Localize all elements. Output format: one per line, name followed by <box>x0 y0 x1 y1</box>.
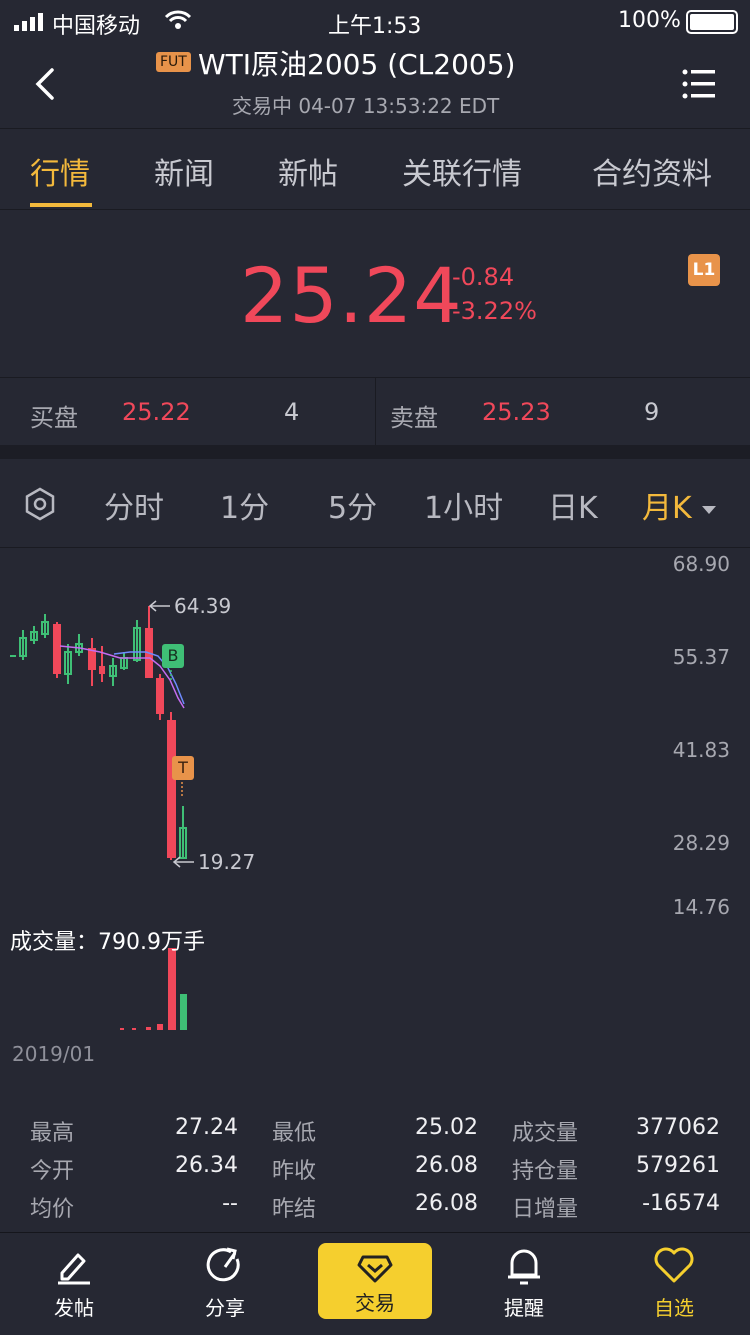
y-tick: 14.76 <box>672 895 730 919</box>
y-tick: 28.29 <box>672 831 730 855</box>
share-button[interactable]: 分享 <box>165 1243 285 1321</box>
bottom-nav: 发帖 分享 交易 提醒 自选 <box>0 1232 750 1335</box>
prev-close-value: 26.08 <box>415 1153 478 1178</box>
stats-panel: 最高 27.24 最低 25.02 成交量 377062 今开 26.34 昨收… <box>0 1105 750 1225</box>
prev-close-label: 昨收 <box>272 1159 317 1184</box>
period-1min[interactable]: 1分 <box>220 483 269 527</box>
period-daily[interactable]: 日K <box>548 483 598 527</box>
level-badge[interactable]: L1 <box>688 254 720 286</box>
volume-stat-value: 377062 <box>636 1115 720 1140</box>
candles <box>10 606 187 860</box>
period-monthly[interactable]: 月K <box>642 483 692 527</box>
last-price: 25.24 <box>240 251 463 340</box>
oi-change-label: 日增量 <box>512 1197 579 1222</box>
pen-icon <box>14 1243 134 1292</box>
price-change-pct: -3.22% <box>452 297 537 325</box>
high-label: 最高 <box>30 1121 75 1146</box>
low-marker-label: 19.27 <box>198 850 256 874</box>
post-button[interactable]: 发帖 <box>14 1243 134 1321</box>
bell-icon <box>464 1243 584 1292</box>
watchlist-label: 自选 <box>654 1296 694 1320</box>
back-icon[interactable] <box>30 64 60 108</box>
period-timeshare[interactable]: 分时 <box>104 483 164 527</box>
post-label: 发帖 <box>54 1296 94 1320</box>
open-label: 今开 <box>30 1159 75 1184</box>
tab-underline <box>30 203 92 207</box>
divider <box>375 378 376 446</box>
settings-icon[interactable] <box>24 487 56 525</box>
bid-price: 25.22 <box>122 398 191 426</box>
period-1hour[interactable]: 1小时 <box>424 483 503 527</box>
nav-header: FUT WTI原油2005 (CL2005) 交易中 04-07 13:53:2… <box>0 40 750 128</box>
ask-price: 25.23 <box>482 398 551 426</box>
tab-news[interactable]: 新闻 <box>154 149 214 193</box>
high-value: 27.24 <box>175 1115 238 1140</box>
y-tick: 41.83 <box>672 738 730 762</box>
y-tick: 68.90 <box>672 552 730 576</box>
period-5min[interactable]: 5分 <box>328 483 377 527</box>
tab-quote[interactable]: 行情 <box>30 149 90 193</box>
high-marker-label: 64.39 <box>174 594 232 618</box>
alert-label: 提醒 <box>504 1296 544 1320</box>
volume-stat-label: 成交量 <box>512 1121 579 1146</box>
dropdown-icon[interactable] <box>702 501 716 520</box>
avg-label: 均价 <box>30 1197 75 1222</box>
bid-ask-bar: 买盘 25.22 4 卖盘 25.23 9 <box>0 377 750 446</box>
prev-settle-label: 昨结 <box>272 1197 317 1222</box>
x-start-label: 2019/01 <box>12 1042 96 1066</box>
battery-text: 100% <box>618 8 681 33</box>
page-title: WTI原油2005 (CL2005) <box>198 48 516 81</box>
menu-icon[interactable] <box>682 68 716 104</box>
avg-value: -- <box>222 1191 238 1216</box>
bid-size: 4 <box>284 398 300 426</box>
share-label: 分享 <box>205 1296 245 1320</box>
y-tick: 55.37 <box>672 645 730 669</box>
trade-button[interactable]: 交易 <box>318 1243 432 1319</box>
price-panel: 25.24 -0.84 -3.22% L1 <box>0 209 750 377</box>
tab-posts[interactable]: 新帖 <box>278 149 338 193</box>
status-bar: 中国移动 上午1:53 100% <box>0 0 750 40</box>
bid-label: 买盘 <box>30 404 78 432</box>
low-value: 25.02 <box>415 1115 478 1140</box>
alert-button[interactable]: 提醒 <box>464 1243 584 1321</box>
open-interest-value: 579261 <box>636 1153 720 1178</box>
volume-label: 成交量：790.9万手 <box>10 930 205 955</box>
trading-status: 交易中 04-07 13:53:22 EDT <box>232 94 500 118</box>
price-change: -0.84 <box>452 263 515 291</box>
carrier-text: 中国移动 <box>52 14 141 39</box>
content-tabs: 行情 新闻 新帖 关联行情 合约资料 <box>0 128 750 210</box>
watchlist-button[interactable]: 自选 <box>614 1243 734 1321</box>
open-interest-label: 持仓量 <box>512 1159 579 1184</box>
trade-marker: T <box>172 756 194 780</box>
period-selector: 分时 1分 5分 1小时 日K 月K <box>0 459 750 548</box>
ask-size: 9 <box>644 398 660 426</box>
trade-label: 交易 <box>355 1291 395 1315</box>
tab-contract-info[interactable]: 合约资料 <box>592 149 712 193</box>
oi-change-value: -16574 <box>642 1191 720 1216</box>
trade-icon <box>318 1253 432 1287</box>
section-gap <box>0 445 750 459</box>
heart-icon <box>614 1243 734 1292</box>
clock: 上午1:53 <box>328 14 422 39</box>
prev-settle-value: 26.08 <box>415 1191 478 1216</box>
share-icon <box>165 1243 285 1292</box>
tab-related[interactable]: 关联行情 <box>402 149 522 193</box>
open-value: 26.34 <box>175 1153 238 1178</box>
candlestick-chart[interactable]: B T 64.39 19.27 68.90 55.37 41.83 28.29 … <box>0 548 750 1088</box>
fut-badge: FUT <box>156 52 191 72</box>
ask-label: 卖盘 <box>390 404 438 432</box>
wifi-icon <box>164 10 192 36</box>
buy-marker: B <box>162 644 184 668</box>
low-label: 最低 <box>272 1121 317 1146</box>
signal-icon <box>14 12 48 37</box>
battery-icon <box>686 10 738 34</box>
